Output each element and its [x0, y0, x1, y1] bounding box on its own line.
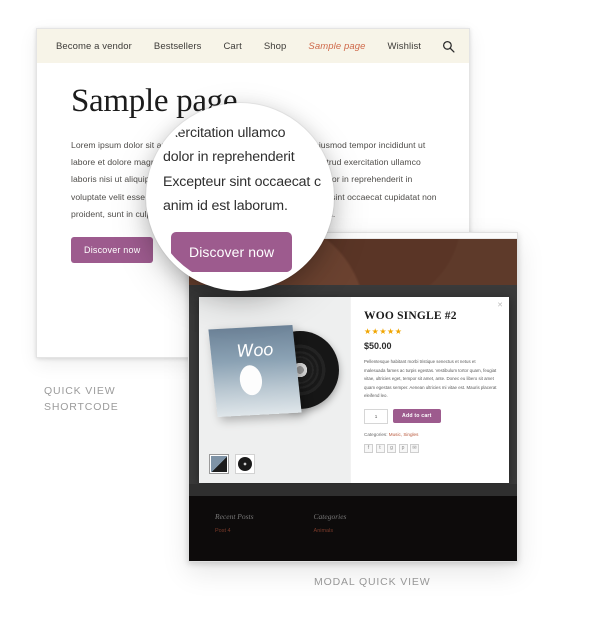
footer-column-recent-posts: Recent Posts Post 4 — [215, 512, 254, 534]
site-navigation-bar: Become a vendor Bestsellers Cart Shop Sa… — [37, 29, 469, 63]
product-price: $50.00 — [364, 341, 392, 351]
nav-item-wishlist[interactable]: Wishlist — [377, 41, 433, 52]
discover-now-button[interactable]: Discover now — [71, 236, 154, 263]
categories-value[interactable]: Music, Singles — [389, 432, 419, 437]
nav-item-cart[interactable]: Cart — [212, 41, 252, 52]
album-sleeve-label: Woo — [235, 340, 275, 362]
footer-heading-recent-posts: Recent Posts — [215, 512, 254, 521]
footer-heading-categories: Categories — [313, 512, 347, 521]
magnifier-lens: exercitation ullamco dolor in reprehende… — [146, 103, 334, 291]
footer-column-categories: Categories Animals — [314, 512, 347, 534]
search-icon[interactable] — [432, 40, 461, 53]
magnified-line-2: dolor in reprehenderit — [163, 149, 295, 166]
footer-link-animals[interactable]: Animals — [314, 528, 347, 534]
site-footer: Recent Posts Post 4 Categories Animals — [189, 496, 517, 561]
magnified-discover-now-button[interactable]: Discover now — [171, 231, 293, 272]
nav-item-sample-page[interactable]: Sample page — [297, 41, 376, 52]
pinterest-icon[interactable]: p — [398, 443, 408, 453]
magnified-line-3: Excepteur sint occaecat c — [163, 173, 321, 190]
product-categories: Categories: Music, Singles — [364, 432, 497, 437]
facebook-icon[interactable]: f — [364, 443, 373, 453]
footer-spacer — [189, 484, 517, 496]
categories-label: Categories: — [364, 431, 388, 437]
nav-item-shop[interactable]: Shop — [253, 41, 298, 52]
product-gallery: Woo — [199, 297, 351, 483]
close-icon[interactable]: ✕ — [497, 301, 503, 309]
nav-item-become-a-vendor[interactable]: Become a vendor — [45, 41, 143, 52]
caption-left-line-1: QUICK VIEW — [44, 385, 116, 397]
magnified-line-1: exercitation ullamco — [163, 125, 286, 141]
product-description: Pellentesque habitant morbi tristique se… — [364, 359, 497, 399]
nav-item-bestsellers[interactable]: Bestsellers — [143, 41, 213, 52]
quantity-input[interactable]: 1 — [364, 408, 388, 424]
magnifier-content: exercitation ullamco dolor in reprehende… — [151, 108, 329, 286]
screenshot-stage: Become a vendor Bestsellers Cart Shop Sa… — [0, 0, 600, 641]
magnified-line-4: anim id est laborum. — [163, 198, 288, 215]
album-artwork: Woo — [208, 319, 339, 437]
add-to-cart-row: 1 Add to cart — [364, 408, 497, 424]
vinyl-record-thumbnail[interactable] — [235, 454, 255, 474]
product-title: WOO SINGLE #2 — [364, 310, 457, 322]
caption-left-line-2: SHORTCODE — [44, 401, 119, 414]
social-share-icons: f t g p ✉ — [364, 443, 497, 453]
caption-modal-quick-view: MODAL QUICK VIEW — [314, 576, 431, 588]
email-icon[interactable]: ✉ — [410, 443, 419, 453]
quick-view-dialog: Woo ✕ WOO SINGLE #2 ★★★★★ $50.00 Pellent… — [199, 297, 509, 483]
twitter-icon[interactable]: t — [375, 443, 385, 453]
footer-link-post-4[interactable]: Post 4 — [215, 528, 254, 534]
rating-stars: ★★★★★ — [364, 327, 403, 336]
add-to-cart-button[interactable]: Add to cart — [393, 409, 441, 424]
caption-quick-view-shortcode: QUICK VIEW SHORTCODE — [44, 383, 119, 416]
product-summary: ✕ WOO SINGLE #2 ★★★★★ $50.00 Pellentesqu… — [351, 297, 509, 483]
gallery-thumbnails — [209, 454, 255, 474]
sleeve-hole — [238, 364, 264, 396]
album-sleeve-thumbnail[interactable] — [209, 454, 229, 474]
google-plus-icon[interactable]: g — [387, 443, 396, 453]
album-sleeve: Woo — [208, 325, 302, 417]
